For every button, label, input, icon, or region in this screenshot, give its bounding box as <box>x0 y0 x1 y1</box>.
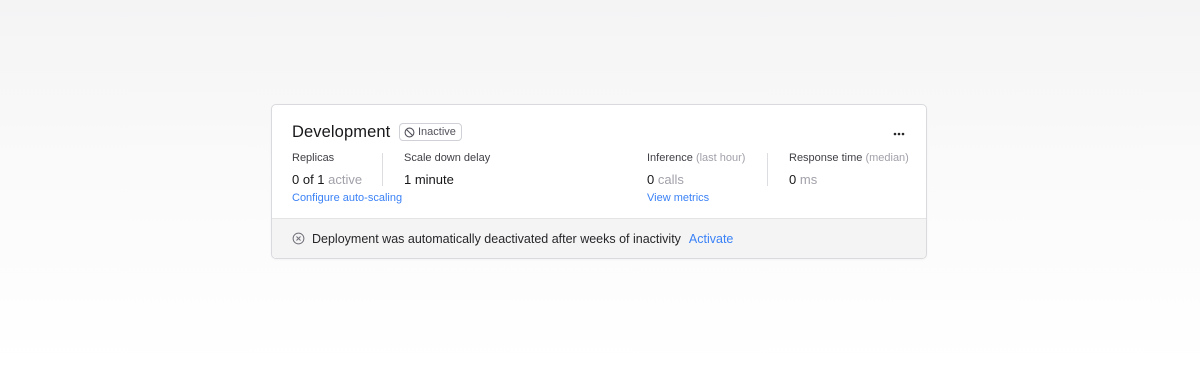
replicas-active-label: active <box>328 172 363 187</box>
inference-label: Inference (last hour) <box>647 152 745 164</box>
scale-down-stat: Scale down delay 1 minute <box>404 152 490 187</box>
response-time-value: 0 ms <box>789 172 909 187</box>
inference-label-text: Inference <box>647 152 693 164</box>
configure-auto-scaling-link[interactable]: Configure auto-scaling <box>292 192 402 204</box>
response-time-qualifier: (median) <box>865 152 909 164</box>
stat-divider <box>382 153 383 186</box>
inference-stat: Inference (last hour) 0 calls <box>647 152 745 187</box>
replicas-count: 0 of 1 <box>292 172 325 187</box>
scale-down-value: 1 minute <box>404 172 454 187</box>
stat-divider <box>767 153 768 186</box>
status-badge-label: Inactive <box>418 126 456 138</box>
prohibited-icon <box>404 127 415 138</box>
scale-down-label: Scale down delay <box>404 152 491 164</box>
deployment-card: Development Inactive Replicas 0 of 1 act… <box>271 104 927 259</box>
response-time-label: Response time (median) <box>789 152 909 164</box>
more-horizontal-icon <box>893 123 905 141</box>
inference-count: 0 <box>647 172 655 187</box>
inference-unit: calls <box>657 172 684 187</box>
response-time-stat: Response time (median) 0 ms <box>789 152 909 187</box>
inference-value: 0 calls <box>647 172 745 187</box>
replicas-label: Replicas <box>292 152 335 164</box>
circle-x-icon <box>292 232 305 245</box>
status-badge: Inactive <box>399 123 462 141</box>
inference-qualifier: (last hour) <box>695 152 746 164</box>
response-time-label-text: Response time <box>789 152 863 164</box>
more-options-button[interactable] <box>890 125 908 139</box>
deactivation-message: Deployment was automatically deactivated… <box>312 231 681 246</box>
replicas-stat: Replicas 0 of 1 active <box>292 152 362 187</box>
view-metrics-link[interactable]: View metrics <box>647 192 709 204</box>
deployment-card-body: Development Inactive Replicas 0 of 1 act… <box>272 105 926 219</box>
deactivation-notice: Deployment was automatically deactivated… <box>272 218 926 258</box>
response-time-count: 0 <box>789 172 797 187</box>
response-time-unit: ms <box>799 172 818 187</box>
activate-link[interactable]: Activate <box>689 232 733 246</box>
deployment-title: Development <box>292 123 391 141</box>
replicas-value: 0 of 1 active <box>292 172 362 187</box>
